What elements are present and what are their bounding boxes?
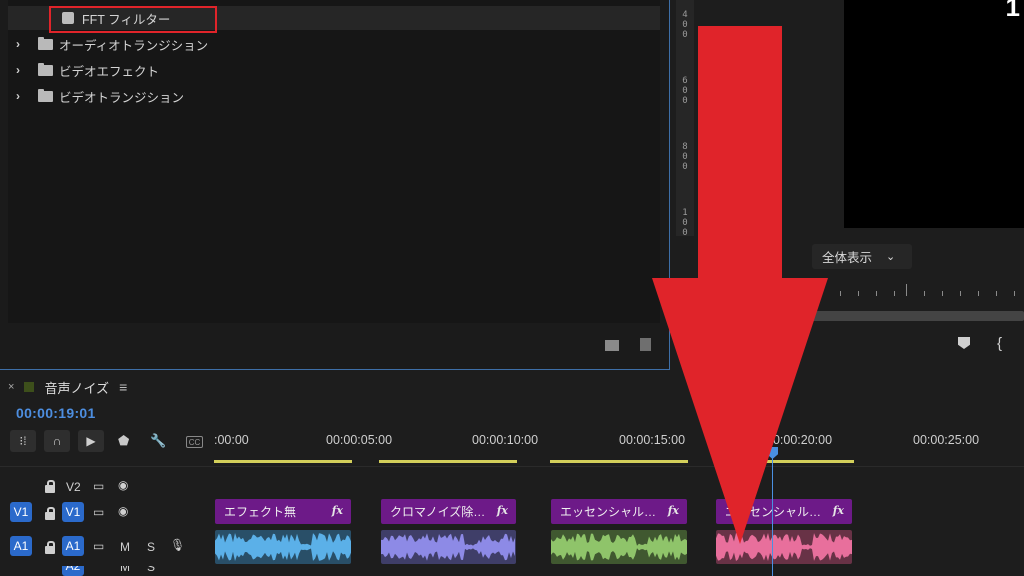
program-time-ruler[interactable] [830,282,1024,296]
divider [0,466,1024,467]
track-target-a2[interactable]: A2 [62,566,84,576]
red-arrow-annotation [652,26,828,544]
solo-button[interactable]: S [147,566,155,574]
render-bar [379,460,517,463]
microphone-icon[interactable]: 🎙 [170,538,185,552]
sync-lock-icon[interactable]: ▭ [93,539,104,553]
waveform [381,533,515,561]
frame-text: 1 [1005,0,1020,22]
folder-label: オーディオトランジション [59,38,209,53]
source-patch-v1[interactable]: V1 [10,502,32,522]
folder-icon [38,36,53,50]
folder-icon [38,62,53,76]
track-header-v2: V2 ▭ ◉ [0,471,214,501]
lock-icon[interactable] [45,541,55,554]
folder-label: ビデオトランジション [59,90,185,105]
folder-video-transitions[interactable]: › ビデオトランジション [8,84,660,108]
effects-tree: FFT フィルター › オーディオトランジション › ビデオエフェクト › ビデ… [8,0,660,323]
ruler-timecode: 00:00:05:00 [326,433,393,447]
folder-video-effects[interactable]: › ビデオエフェクト [8,58,660,82]
source-patch-a1[interactable]: A1 [10,536,32,556]
timeline-ruler[interactable]: :00:00 00:00:05:00 00:00:10:00 00:00:15:… [214,428,1024,468]
clip-label: エフェクト無 [224,505,297,519]
clip-label: クロマノイズ除… [390,505,486,519]
program-video-frame: 1 [844,0,1024,228]
wrench-icon[interactable]: 🔧 [150,430,166,452]
mute-button[interactable]: M [120,566,130,574]
fx-badge-icon[interactable]: fx [833,504,844,517]
new-bin-icon[interactable] [605,340,619,351]
waveform [215,533,351,561]
solo-button[interactable]: S [147,540,155,554]
folder-audio-transitions[interactable]: › オーディオトランジション [8,32,660,56]
sync-lock-icon[interactable]: ▭ [93,479,104,493]
highlight-box [49,6,217,33]
sequence-name: 音声ノイズ [44,380,110,396]
video-clip[interactable]: エフェクト無 fx [215,499,351,524]
track-target-a1[interactable]: A1 [62,536,84,556]
render-bar [214,460,352,463]
chevron-right-icon[interactable]: › [16,89,30,103]
chevron-right-icon[interactable]: › [16,37,30,51]
close-icon[interactable]: × [8,381,14,393]
add-marker-icon[interactable]: ⬟ [118,430,129,452]
folder-label: ビデオエフェクト [59,64,160,79]
fx-badge-icon[interactable]: fx [332,504,343,517]
sequence-tab[interactable]: × 音声ノイズ ≡ [8,378,127,396]
insert-nest-icon[interactable]: ⁝⁞ [10,430,36,452]
eye-icon[interactable]: ◉ [118,478,128,492]
sequence-color-swatch [24,382,35,392]
chevron-down-icon: ⌄ [886,251,896,263]
track-label[interactable]: V2 [66,480,81,494]
mark-in-icon[interactable]: { [997,335,1002,352]
lock-icon[interactable] [45,480,55,493]
eye-icon[interactable]: ◉ [118,504,128,518]
audio-clip[interactable] [381,530,516,564]
track-header-v1: V1 V1 ▭ ◉ [0,498,214,528]
ruler-timecode: :00:00 [214,433,249,447]
playhead-timecode[interactable]: 00:00:19:01 [16,405,96,421]
track-header-a1: A1 A1 ▭ M S 🎙 [0,532,214,562]
folder-icon [38,88,53,102]
linked-selection-icon[interactable]: ▶ [78,430,104,452]
chevron-right-icon[interactable]: › [16,63,30,77]
track-header-a2: A2 M S [0,566,214,576]
track-target-v1[interactable]: V1 [62,502,84,522]
video-clip[interactable]: クロマノイズ除… fx [381,499,516,524]
sync-lock-icon[interactable]: ▭ [93,505,104,519]
panel-menu-icon[interactable]: ≡ [119,379,127,395]
lock-icon[interactable] [45,507,55,520]
audio-clip[interactable] [215,530,351,564]
mute-button[interactable]: M [120,540,130,554]
captions-icon[interactable]: CC [186,436,203,448]
clip-label: エッセンシャル… [560,505,657,519]
ruler-timecode: 00:00:25:00 [913,433,980,447]
fx-badge-icon[interactable]: fx [497,504,508,517]
snap-magnet-icon[interactable]: ∩ [44,430,70,452]
ruler-timecode: 00:00:10:00 [472,433,539,447]
